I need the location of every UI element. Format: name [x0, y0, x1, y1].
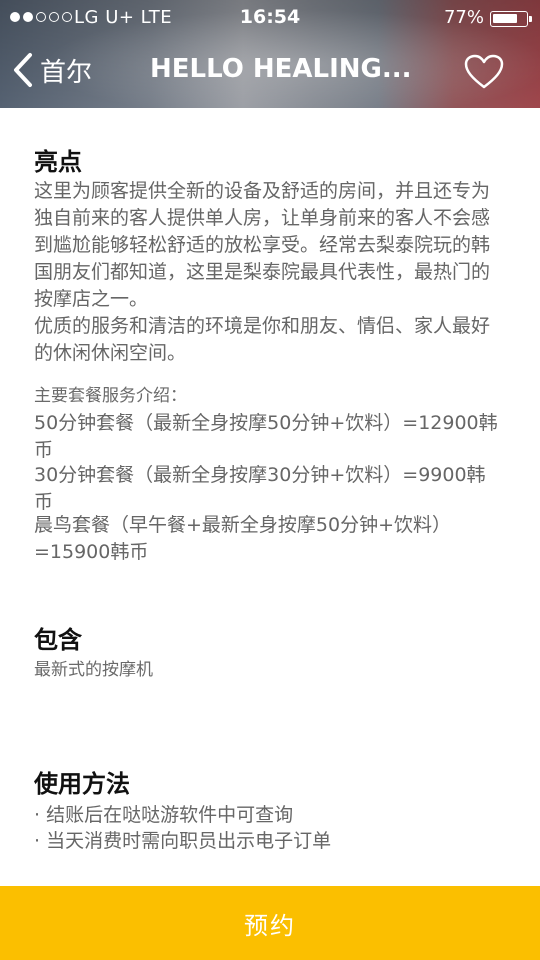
battery-icon [490, 11, 528, 27]
usage-item: · 当天消费时需向职员出示电子订单 [34, 830, 332, 852]
header: LG U+ LTE 16:54 77% 首尔 HELLO HEALING... [0, 0, 540, 108]
status-bar: LG U+ LTE 16:54 77% [0, 0, 540, 36]
package-item: 50分钟套餐（最新全身按摩50分钟+饮料）=12900韩币 [34, 412, 498, 461]
page-title: HELLO HEALING... [150, 54, 412, 84]
chevron-left-icon [14, 53, 32, 87]
back-label: 首尔 [40, 57, 93, 88]
back-button[interactable]: 首尔 [12, 50, 92, 90]
heart-outline-icon [464, 54, 504, 89]
usage-item: · 结账后在哒哒游软件中可查询 [34, 804, 294, 826]
battery-fill [493, 14, 517, 23]
book-button[interactable]: 预约 [0, 886, 540, 960]
packages-intro: 主要套餐服务介绍： [34, 386, 187, 406]
battery-percent: 77% [443, 7, 484, 28]
favorite-button[interactable] [464, 54, 504, 90]
includes-title: 包含 [34, 626, 82, 654]
battery-tip [529, 16, 532, 22]
package-item: 晨鸟套餐（早午餐+最新全身按摩50分钟+饮料）=15900韩币 [34, 514, 452, 563]
usage-title: 使用方法 [34, 770, 130, 798]
nav-bar: 首尔 HELLO HEALING... [0, 36, 540, 108]
highlights-title: 亮点 [34, 148, 82, 176]
detail-content: 亮点 这里为顾客提供全新的设备及舒适的房间，并且还专为独自前来的客人提供单人房，… [0, 108, 540, 886]
includes-text: 最新式的按摩机 [34, 660, 153, 680]
highlights-description: 这里为顾客提供全新的设备及舒适的房间，并且还专为独自前来的客人提供单人房，让单身… [34, 180, 491, 364]
package-item: 30分钟套餐（最新全身按摩30分钟+饮料）=9900韩币 [34, 464, 486, 513]
